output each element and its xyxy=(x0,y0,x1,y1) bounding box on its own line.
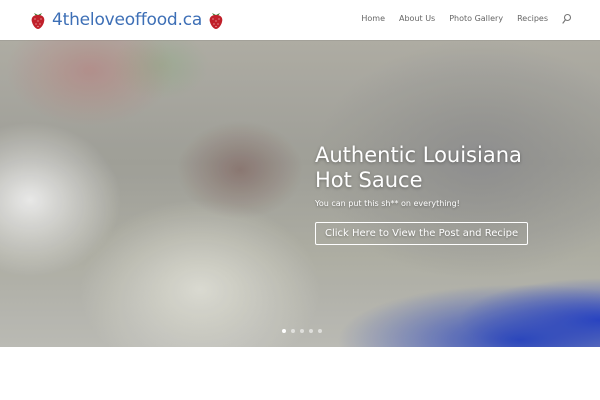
hero-title-line-2: Hot Sauce xyxy=(315,168,423,192)
hero-title: Authentic Louisiana Hot Sauce xyxy=(315,143,585,193)
strawberry-icon xyxy=(209,13,223,29)
site-logo[interactable]: 4theloveoffood.ca xyxy=(30,8,224,32)
nav-photo-gallery[interactable]: Photo Gallery xyxy=(449,13,503,25)
search-icon xyxy=(562,13,572,24)
slider-dot[interactable] xyxy=(291,329,295,333)
hero-subtitle: You can put this sh** on everything! xyxy=(315,199,460,208)
strawberry-icon xyxy=(31,13,45,29)
view-post-button[interactable]: Click Here to View the Post and Recipe xyxy=(315,222,529,245)
hero-slider: Authentic Louisiana Hot Sauce You can pu… xyxy=(0,40,600,347)
slider-dot[interactable] xyxy=(309,329,313,333)
slider-dot[interactable] xyxy=(318,329,322,333)
hero-slide-content: Authentic Louisiana Hot Sauce You can pu… xyxy=(315,143,585,245)
slider-pagination xyxy=(0,329,600,333)
logo-text[interactable]: 4theloveoffood.ca xyxy=(52,10,202,30)
hero-title-line-1: Authentic Louisiana xyxy=(315,143,522,167)
nav-home[interactable]: Home xyxy=(361,13,385,25)
search-button[interactable] xyxy=(562,13,572,25)
nav-recipes[interactable]: Recipes xyxy=(517,13,548,25)
slider-dot[interactable] xyxy=(300,329,304,333)
site-header: 4theloveoffood.ca Home About Us Photo Ga… xyxy=(0,0,600,40)
main-nav: Home About Us Photo Gallery Recipes xyxy=(361,13,572,25)
slider-dot[interactable] xyxy=(282,329,286,333)
nav-about-us[interactable]: About Us xyxy=(399,13,435,25)
